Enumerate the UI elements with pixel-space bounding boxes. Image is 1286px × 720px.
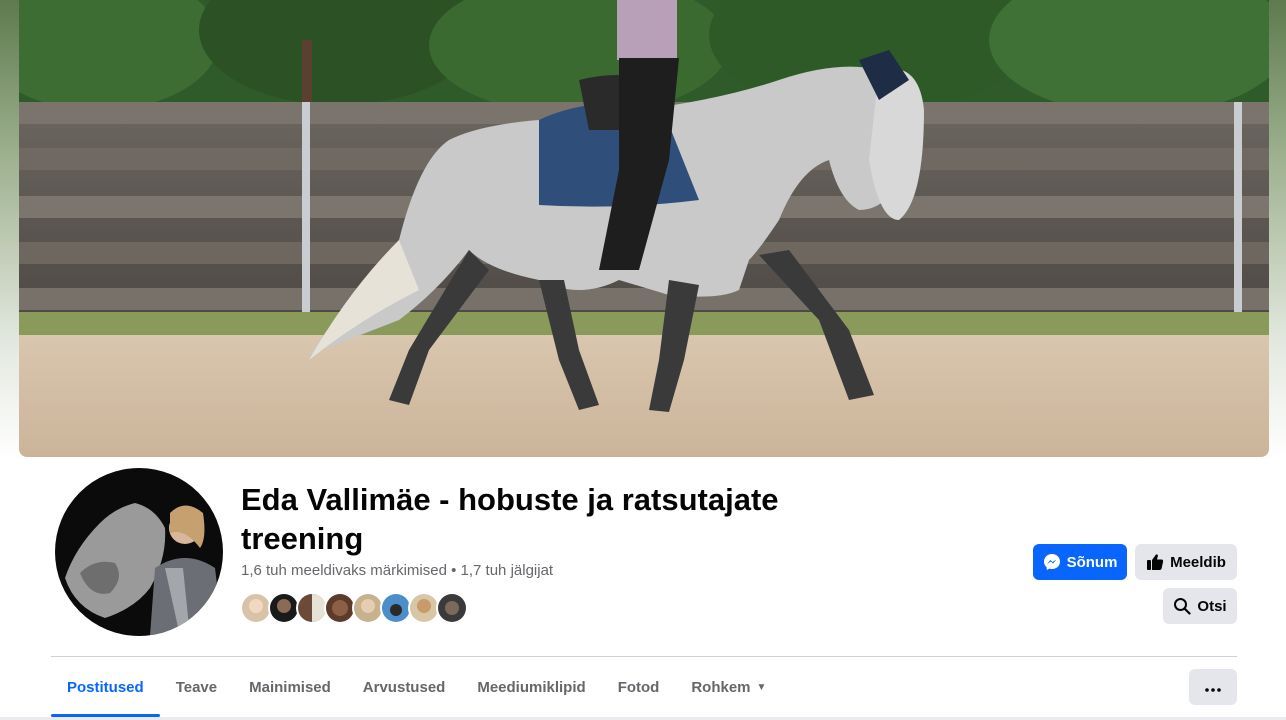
like-button[interactable]: Meeldib — [1135, 544, 1237, 580]
page-title: Eda Vallimäe - hobuste ja ratsutajate tr… — [241, 482, 779, 556]
more-options-button[interactable] — [1189, 669, 1237, 705]
tab-arvustused[interactable]: Arvustused — [347, 658, 462, 716]
tab-rohkem[interactable]: Rohkem ▼ — [675, 658, 782, 716]
thumbs-up-icon — [1146, 553, 1164, 571]
header-divider — [51, 656, 1237, 657]
tab-teave[interactable]: Teave — [160, 658, 233, 716]
follower-avatar[interactable] — [436, 592, 468, 624]
messenger-icon — [1043, 553, 1061, 571]
search-icon — [1173, 597, 1192, 615]
follower-avatars — [240, 592, 468, 624]
search-button[interactable]: Otsi — [1163, 588, 1237, 624]
page-tabs: Postitused Teave Mainimised Arvustused M… — [51, 658, 782, 718]
ellipsis-icon — [1205, 679, 1221, 696]
search-label: Otsi — [1197, 597, 1227, 615]
message-button[interactable]: Sõnum — [1033, 544, 1127, 580]
caret-down-icon: ▼ — [756, 681, 767, 693]
tab-mainimised[interactable]: Mainimised — [233, 658, 347, 716]
followers-count[interactable]: 1,7 tuh jälgijat — [461, 562, 554, 579]
facebook-page-header: Eda Vallimäe - hobuste ja ratsutajate tr… — [0, 0, 1286, 720]
page-stats: 1,6 tuh meeldivaks märkimised • 1,7 tuh … — [241, 562, 553, 579]
likes-count[interactable]: 1,6 tuh meeldivaks märkimised — [241, 562, 447, 579]
like-label: Meeldib — [1170, 553, 1226, 571]
tab-fotod[interactable]: Fotod — [602, 658, 676, 716]
message-label: Sõnum — [1066, 553, 1118, 571]
tab-rohkem-label: Rohkem — [691, 678, 751, 696]
tab-meediumiklipid[interactable]: Meediumiklipid — [461, 658, 601, 716]
tab-postitused[interactable]: Postitused — [51, 658, 160, 717]
profile-picture[interactable] — [53, 466, 225, 638]
cover-photo[interactable] — [19, 0, 1269, 457]
stats-separator: • — [451, 562, 457, 579]
